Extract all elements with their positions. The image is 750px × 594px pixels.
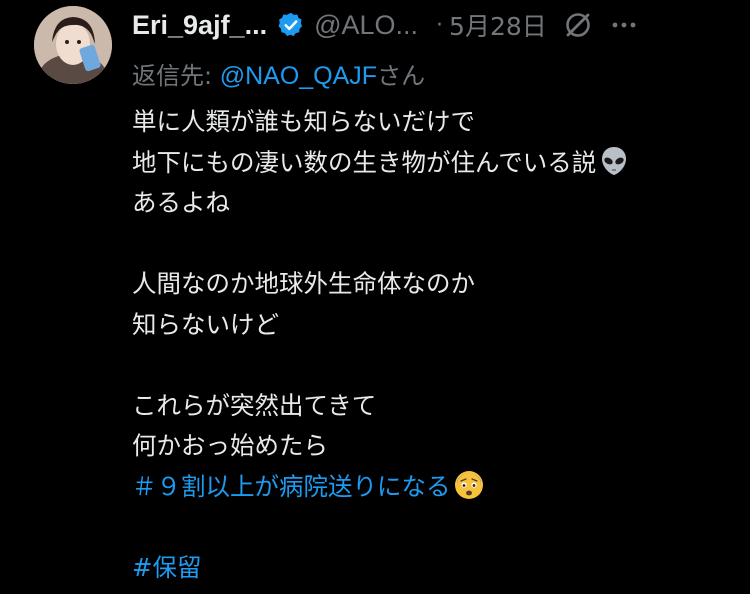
body-line: ＃９割以上が病院送りになる	[132, 467, 732, 508]
reply-prefix: 返信先:	[132, 62, 220, 90]
body-line: これらが突然出てきて	[132, 390, 377, 420]
body-line: 人間なのか地球外生命体なのか	[132, 269, 475, 298]
more-icon[interactable]	[609, 10, 639, 40]
tweet[interactable]: Eri_9ajf_... @ALO... · 5月28日 返信先: @NAO_Q…	[0, 0, 750, 594]
verified-badge-icon	[277, 11, 305, 39]
tweet-header: Eri_9ajf_... @ALO... · 5月28日	[132, 4, 732, 46]
display-name[interactable]: Eri_9ajf_...	[132, 10, 267, 41]
grok-icon[interactable]	[563, 10, 593, 40]
reply-mention-link[interactable]: @NAO_QAJF	[220, 62, 377, 90]
reply-to-line: 返信先: @NAO_QAJFさん	[132, 56, 425, 91]
tweet-body: 単に人類が誰も知らないだけで 地下にもの凄い数の生き物が住んでいる説 あるよね …	[132, 102, 732, 588]
avatar[interactable]	[34, 6, 112, 84]
user-handle[interactable]: @ALO...	[314, 10, 418, 41]
alien-emoji	[598, 145, 630, 177]
hashtag-link[interactable]: #保留	[132, 553, 202, 582]
body-line: 何かおっ始めたら	[132, 431, 328, 460]
body-line-text: 地下にもの凄い数の生き物が住んでいる説	[132, 147, 597, 177]
body-line: 単に人類が誰も知らないだけで	[132, 107, 475, 136]
body-line: #保留	[132, 548, 732, 589]
hashtag-link[interactable]: ＃９割以上が病院送りになる	[132, 472, 451, 501]
body-line: 知らないけど	[132, 309, 279, 339]
separator-dot: ·	[436, 12, 444, 38]
post-date[interactable]: 5月28日	[449, 7, 547, 43]
body-line: あるよね	[132, 188, 230, 217]
anxious-face-emoji	[453, 469, 485, 501]
body-line: 地下にもの凄い数の生き物が住んでいる説	[132, 143, 732, 184]
reply-suffix: さん	[377, 62, 426, 90]
